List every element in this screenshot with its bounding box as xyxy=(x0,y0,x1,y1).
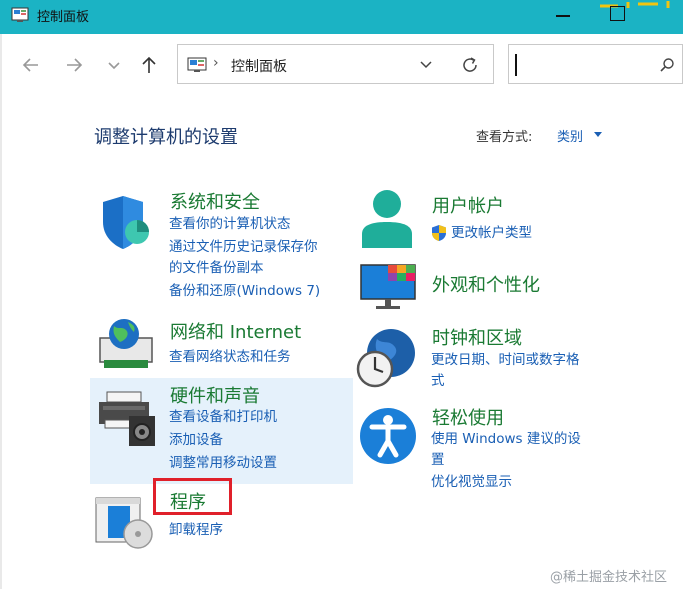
link-change-account-type[interactable]: 更改帐户类型 xyxy=(451,223,532,244)
search-input[interactable] xyxy=(515,54,517,76)
link-windows-suggested-settings[interactable]: 使用 Windows 建议的设 xyxy=(431,429,581,450)
view-by-label: 查看方式: xyxy=(476,130,533,145)
category-user-accounts[interactable]: 用户帐户 xyxy=(432,192,504,218)
breadcrumb[interactable]: 控制面板 xyxy=(231,56,287,76)
search-box[interactable] xyxy=(508,44,683,84)
printer-speaker-icon[interactable] xyxy=(97,390,159,446)
shield-icon[interactable] xyxy=(97,192,153,252)
link-network-status[interactable]: 查看网络状态和任务 xyxy=(169,347,291,368)
link-change-date-time[interactable]: 更改日期、时间或数字格 xyxy=(431,350,580,371)
category-clock-region[interactable]: 时钟和区域 xyxy=(432,324,522,350)
address-dropdown-chevron-icon[interactable] xyxy=(418,58,434,72)
address-bar[interactable]: › 控制面板 xyxy=(177,44,494,84)
category-hardware-sound[interactable]: 硬件和声音 xyxy=(170,382,260,408)
link-optimize-visual-display[interactable]: 优化视觉显示 xyxy=(431,472,512,493)
control-panel-small-icon xyxy=(187,57,207,72)
forward-arrow-icon[interactable] xyxy=(62,53,86,77)
category-ease-of-access[interactable]: 轻松使用 xyxy=(432,404,504,430)
link-devices-printers[interactable]: 查看设备和打印机 xyxy=(169,407,277,428)
window-title: 控制面板 xyxy=(37,10,90,25)
link-add-device[interactable]: 添加设备 xyxy=(169,430,223,451)
view-by-caret-icon[interactable] xyxy=(594,132,602,137)
page-title: 调整计算机的设置 xyxy=(94,127,238,148)
highlight-annotation-box xyxy=(153,478,232,515)
left-edge xyxy=(0,34,2,589)
link-change-date-time-cont[interactable]: 式 xyxy=(431,371,445,392)
recent-chevron-down-icon[interactable] xyxy=(102,53,126,77)
clock-globe-icon[interactable] xyxy=(355,325,419,389)
appearance-monitor-icon[interactable] xyxy=(358,262,418,312)
category-network-internet[interactable]: 网络和 Internet xyxy=(170,318,301,344)
title-bar: 控制面板 xyxy=(0,0,683,34)
breadcrumb-separator: › xyxy=(213,55,219,71)
link-windows-suggested-settings-cont[interactable]: 置 xyxy=(431,450,445,471)
category-system-security[interactable]: 系统和安全 xyxy=(170,188,260,214)
search-icon[interactable] xyxy=(659,57,675,73)
network-globe-icon[interactable] xyxy=(96,314,156,372)
up-arrow-icon[interactable] xyxy=(137,53,161,77)
category-appearance[interactable]: 外观和个性化 xyxy=(432,271,540,297)
user-account-icon[interactable] xyxy=(358,188,416,250)
control-panel-icon xyxy=(11,7,29,22)
link-mobility-settings[interactable]: 调整常用移动设置 xyxy=(169,453,277,474)
watermark: @稀土掘金技术社区 xyxy=(550,570,668,585)
ease-of-access-icon[interactable] xyxy=(358,405,418,467)
refresh-icon[interactable] xyxy=(461,56,479,74)
link-file-history-cont[interactable]: 的文件备份副本 xyxy=(169,258,264,279)
link-view-computer-status[interactable]: 查看你的计算机状态 xyxy=(169,214,291,235)
uac-shield-icon xyxy=(432,225,446,241)
link-file-history[interactable]: 通过文件历史记录保存你 xyxy=(169,237,318,258)
minimize-button[interactable] xyxy=(556,3,572,17)
view-by-dropdown[interactable]: 类别 xyxy=(557,126,583,145)
link-backup-restore[interactable]: 备份和还原(Windows 7) xyxy=(169,281,320,302)
maximize-button[interactable] xyxy=(610,6,625,21)
programs-icon[interactable] xyxy=(94,492,160,550)
link-uninstall-program[interactable]: 卸载程序 xyxy=(169,520,223,541)
back-arrow-icon[interactable] xyxy=(19,53,43,77)
